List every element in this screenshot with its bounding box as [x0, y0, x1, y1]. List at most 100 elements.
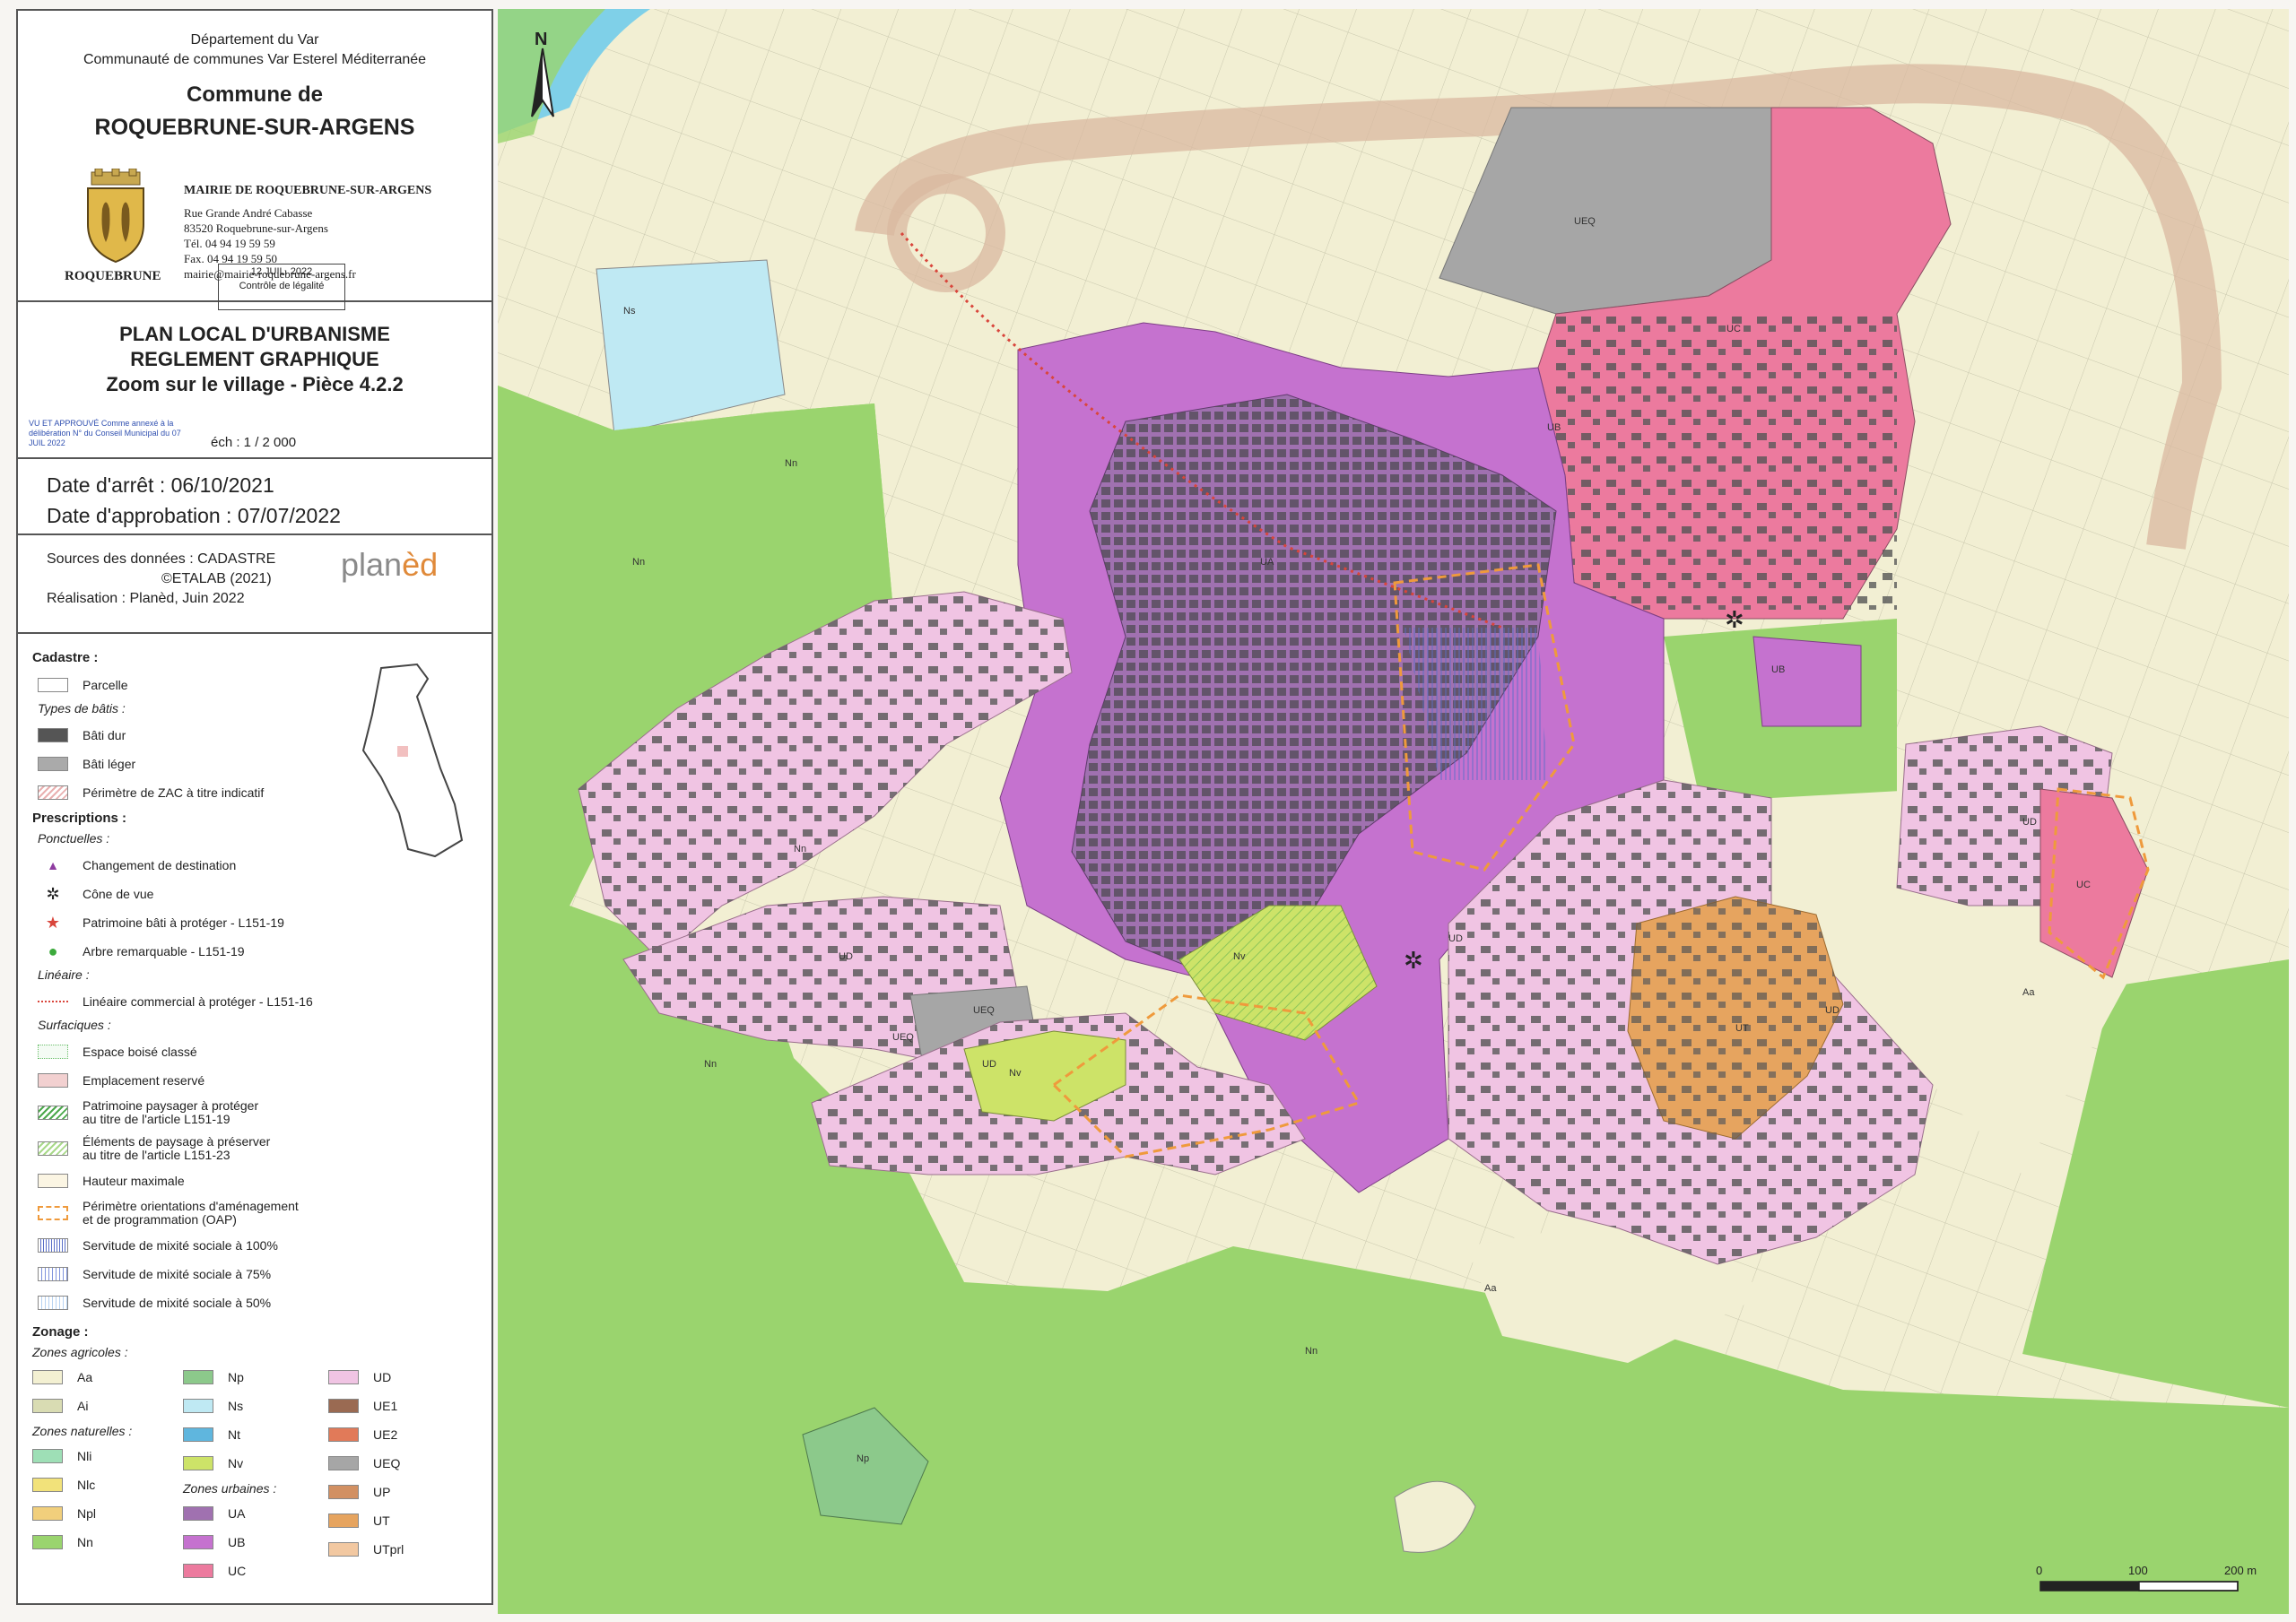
- zone-swatch: [183, 1427, 213, 1442]
- zone-label: Aa: [2022, 987, 2035, 998]
- legend-smx100: Servitude de mixité sociale à 100%: [38, 1231, 491, 1260]
- legend-label: Parcelle: [83, 678, 128, 692]
- legend-zone-ue1: UE1: [328, 1392, 472, 1420]
- zone-label: Ns: [623, 306, 636, 317]
- legend-zone-ub: UB: [183, 1528, 326, 1557]
- zonage-col-1: Zones agricoles : Aa Ai Zones naturelles …: [32, 1345, 185, 1557]
- zone-swatch: [328, 1542, 359, 1557]
- title-line3: Zoom sur le village - Pièce 4.2.2: [106, 373, 404, 395]
- approval-stamp: VU ET APPROUVÉ Comme annexé à la délibér…: [29, 419, 181, 447]
- zonage-col-3: UD UE1 UE2 UEQ UP UT UTprl: [328, 1363, 472, 1564]
- logo-part-a: plan: [341, 546, 403, 583]
- title-line2: REGLEMENT GRAPHIQUE: [130, 348, 379, 370]
- zone-swatch: [328, 1399, 359, 1413]
- legend-label: Servitude de mixité sociale à 75%: [83, 1267, 272, 1281]
- asterisk-icon: ✲: [46, 884, 60, 903]
- cartouche-panel: Département du Var Communauté de commune…: [16, 9, 493, 1605]
- zone-code: UB: [228, 1535, 246, 1549]
- legend-zone-ns: Ns: [183, 1392, 326, 1420]
- zone-label: UD: [982, 1059, 996, 1070]
- coat-of-arms-icon: [87, 169, 144, 264]
- locator-map: [361, 663, 464, 858]
- zone-code: UT: [373, 1514, 390, 1528]
- zone-swatch: [328, 1485, 359, 1499]
- document-title: PLAN LOCAL D'URBANISME REGLEMENT GRAPHIQ…: [18, 322, 491, 397]
- commune-line1: Commune de: [186, 82, 323, 107]
- title-box: PLAN LOCAL D'URBANISME REGLEMENT GRAPHIQ…: [18, 302, 491, 459]
- legend-label: Patrimoine paysager à protéger: [83, 1098, 259, 1113]
- legend-label: Servitude de mixité sociale à 100%: [83, 1238, 278, 1253]
- legend-zone-ud: UD: [328, 1363, 472, 1392]
- zones-urbaines-label: Zones urbaines :: [183, 1481, 277, 1496]
- legend-label: au titre de l'article L151-19: [83, 1112, 230, 1126]
- zone-swatch: [328, 1370, 359, 1384]
- address-line2: 83520 Roquebrune-sur-Argens: [184, 221, 328, 235]
- zone-label: Nn: [794, 844, 806, 854]
- scale-200: 200 m: [2224, 1564, 2257, 1577]
- legend-zonage-title: Zonage :: [32, 1324, 89, 1340]
- legend-label: Hauteur maximale: [83, 1174, 185, 1188]
- legend-zone-utprl: UTprl: [328, 1535, 472, 1564]
- legend-zone-ut: UT: [328, 1506, 472, 1535]
- legend-er: Emplacement reservé: [38, 1066, 491, 1095]
- zone-swatch: [32, 1399, 63, 1413]
- title-line1: PLAN LOCAL D'URBANISME: [119, 323, 390, 345]
- zone-swatch: [183, 1370, 213, 1384]
- zone-swatch: [183, 1456, 213, 1470]
- legend-pp: Patrimoine paysager à protéger au titre d…: [38, 1095, 491, 1131]
- zone-label: Nn: [1305, 1346, 1318, 1357]
- stamp-date: 12 JUIL. 2022: [250, 266, 313, 277]
- sources-box: Sources des données : CADASTRE ©ETALAB (…: [18, 535, 491, 634]
- zone-swatch: [32, 1370, 63, 1384]
- zone-ub-east: [1752, 636, 1862, 727]
- zone-swatch: [32, 1478, 63, 1492]
- zone-label: Nv: [1009, 1068, 1022, 1079]
- zone-swatch: [32, 1449, 63, 1463]
- zone-label: UC: [1726, 324, 1741, 334]
- zone-code: UTprl: [373, 1542, 404, 1557]
- cone-de-vue-icon: ✲: [1725, 606, 1744, 633]
- zone-swatch: [32, 1506, 63, 1521]
- zoning-map[interactable]: ✲ ✲ Ns Nn Nn Nn Nn Nn UD UD UD UD UD UEQ UEQ UEQ UB UB U…: [498, 9, 2289, 1614]
- zone-code: UP: [373, 1485, 391, 1499]
- legend-label: Arbre remarquable - L151-19: [83, 944, 245, 958]
- legend-zone-npl: Npl: [32, 1499, 185, 1528]
- zone-label: UD: [2022, 817, 2037, 828]
- address-line1: Rue Grande André Cabasse: [184, 206, 313, 220]
- zone-label: Np: [857, 1453, 869, 1464]
- legend-arbre: ● Arbre remarquable - L151-19: [38, 937, 491, 966]
- zone-swatch: [32, 1535, 63, 1549]
- zone-code: UE1: [373, 1399, 398, 1413]
- zonage-col-2: Np Ns Nt Nv Zones urbaines : UA UB UC: [183, 1363, 326, 1585]
- zone-label: UB: [1771, 664, 1785, 675]
- scale-0: 0: [2036, 1564, 2042, 1577]
- legend-zone-uc: UC: [183, 1557, 326, 1585]
- zone-code: Ai: [77, 1399, 89, 1413]
- dot-icon: ●: [48, 941, 58, 960]
- zone-label: UD: [1825, 1005, 1839, 1016]
- stamp-label: Contrôle de légalité: [239, 281, 325, 291]
- zone-swatch: [183, 1564, 213, 1578]
- legend-label: Périmètre orientations d'aménagement: [83, 1199, 299, 1213]
- zone-code: UD: [373, 1370, 392, 1384]
- buildings-uc: [1556, 314, 1897, 610]
- legend-label: Linéaire commercial à protéger - L151-16: [83, 994, 313, 1009]
- logo-text: ROQUEBRUNE: [65, 269, 161, 283]
- legend-surfaciques: Surfaciques :: [38, 1018, 111, 1032]
- legend-ebc: Espace boisé classé: [38, 1037, 491, 1066]
- scale-text: éch : 1 / 2 000: [211, 435, 297, 450]
- zone-code: UEQ: [373, 1456, 401, 1470]
- zone-label: UT: [1735, 1023, 1749, 1034]
- dates-box: Date d'arrêt : 06/10/2021 Date d'approba…: [18, 459, 491, 535]
- legend-label: et de programmation (OAP): [83, 1212, 237, 1227]
- zone-label: Aa: [1484, 1283, 1497, 1294]
- legend-label: Périmètre de ZAC à titre indicatif: [83, 785, 265, 800]
- zone-code: Npl: [77, 1506, 97, 1521]
- zone-code: Aa: [77, 1370, 93, 1384]
- zone-swatch: [328, 1427, 359, 1442]
- dept-line2: Communauté de communes Var Esterel Médit…: [83, 52, 427, 67]
- zone-label: UEQ: [1574, 216, 1596, 227]
- legend-cone: ✲ Cône de vue: [38, 880, 491, 908]
- zone-swatch: [183, 1535, 213, 1549]
- date-arret: Date d'arrêt : 06/10/2021: [47, 473, 274, 497]
